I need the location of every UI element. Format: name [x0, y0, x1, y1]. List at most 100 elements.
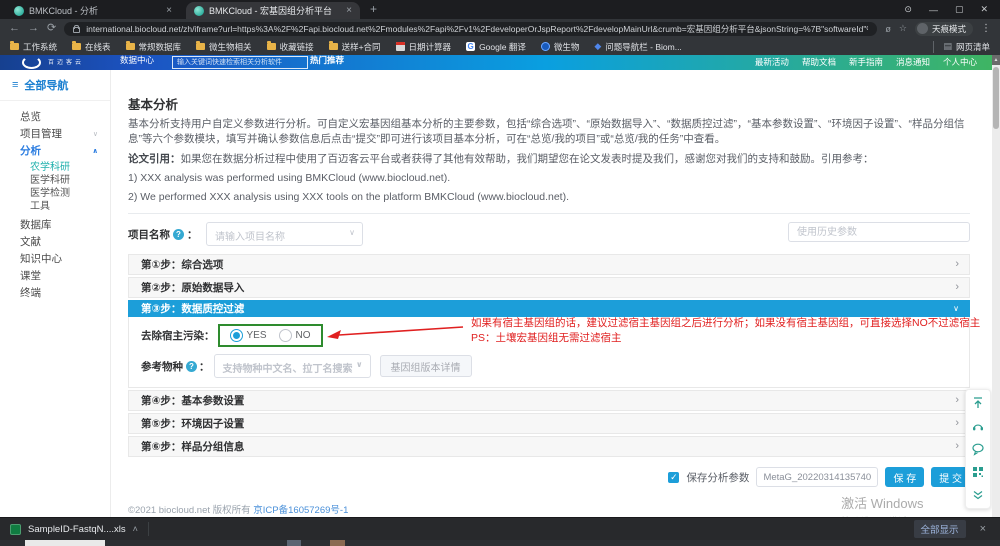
address-bar[interactable]: international.biocloud.net/zh/iframe?url…: [64, 22, 877, 36]
params-name-input[interactable]: [756, 467, 878, 487]
bookmark-folder[interactable]: 常规数据库: [126, 41, 182, 53]
qr-code-icon[interactable]: [971, 465, 985, 479]
species-select[interactable]: 支持物种中文名、拉丁名搜索 ∨: [214, 354, 371, 378]
radio-unselected-icon[interactable]: [279, 329, 292, 342]
screenshot-root: BMKCloud - 分析 × BMKCloud - 宏基因组分析平台 × + …: [0, 0, 1000, 546]
sidebar-item-tools[interactable]: 工具: [0, 198, 110, 211]
browser-update-icon[interactable]: ⊙: [904, 4, 912, 15]
genome-version-button[interactable]: 基因组版本详情: [380, 355, 472, 377]
forward-icon[interactable]: →: [28, 23, 39, 34]
nav-item[interactable]: 个人中心: [943, 56, 977, 68]
back-to-top-icon[interactable]: [971, 396, 985, 410]
nav-item[interactable]: 新手指南: [849, 56, 883, 68]
site-logo-text: 百迈客云: [48, 57, 84, 66]
browser-profile-chip[interactable]: 天痕模式: [915, 22, 973, 36]
scrollbar-up-icon[interactable]: ▲: [992, 55, 1000, 65]
step-6-sample-grouping[interactable]: 第⑥步：样品分组信息›: [128, 436, 970, 457]
site-search-input[interactable]: 输入关键词快速检索相关分析软件: [172, 56, 308, 69]
tab-metagenome-active[interactable]: BMKCloud - 宏基因组分析平台 ×: [186, 2, 360, 19]
project-name-select[interactable]: 请输入项目名称 ∨: [206, 222, 363, 246]
annotation-line-1: 如果有宿主基因组的话，建议过滤宿主基因组之后进行分析；如果没有宿主基因组，可直接…: [471, 316, 980, 331]
radio-selected-icon[interactable]: [230, 329, 243, 342]
nav-item[interactable]: 最新活动: [755, 56, 789, 68]
download-file-name[interactable]: SampleID-FastqN....xls: [28, 524, 126, 535]
bookmark-star-icon[interactable]: ☆: [899, 23, 907, 34]
bookmark-folder[interactable]: 在线表: [72, 41, 111, 53]
radio-yes[interactable]: YES: [230, 329, 267, 342]
save-params-checkbox[interactable]: ✓: [668, 472, 679, 483]
step-5-env-factors[interactable]: 第⑤步：环境因子设置›: [128, 413, 970, 434]
sidebar-item-classroom[interactable]: 课堂: [0, 267, 110, 284]
save-params-label: 保存分析参数: [686, 470, 749, 485]
window-close-button[interactable]: ✕: [980, 4, 988, 15]
window-maximize-button[interactable]: ▢: [955, 4, 964, 15]
chat-bubble-icon[interactable]: [971, 442, 985, 456]
password-eye-icon[interactable]: ø: [885, 24, 891, 34]
sidebar-item-medical-testing[interactable]: 医学检测: [0, 185, 110, 198]
bookmark-microbe[interactable]: 微生物: [541, 41, 580, 53]
folder-icon: [126, 43, 135, 50]
project-name-label: 项目名称 ? ：: [128, 227, 198, 242]
bookmark-folder[interactable]: 工作系统: [10, 41, 57, 53]
bookmark-folder[interactable]: 收藏链接: [267, 41, 314, 53]
help-icon[interactable]: ?: [173, 229, 184, 240]
https-lock-icon: [73, 27, 80, 33]
new-tab-button[interactable]: +: [370, 2, 377, 16]
sidebar-item-project-mgmt[interactable]: 项目管理∨: [0, 125, 110, 142]
sidebar-item-database[interactable]: 数据库: [0, 216, 110, 233]
step-1-general-options[interactable]: 第①步：综合选项›: [128, 254, 970, 275]
customer-service-icon[interactable]: [971, 419, 985, 433]
page-scrollbar[interactable]: ▲: [992, 55, 1000, 518]
site-header-band: 百迈客云 数据中心 输入关键词快速检索相关分析软件 热门推荐 最新活动 帮助文档…: [0, 55, 992, 70]
show-all-downloads-button[interactable]: 全部显示: [914, 520, 966, 538]
browser-menu-icon[interactable]: ⋮: [981, 23, 991, 34]
bookmarks-bar: 工作系统 在线表 常规数据库 微生物相关 收藏链接 送样+合同 日期计算器 GG…: [0, 38, 1000, 56]
save-button[interactable]: 保 存: [885, 467, 924, 487]
bookmark-google-translate[interactable]: GGoogle 翻译: [466, 41, 526, 53]
bookmark-folder[interactable]: 送样+合同: [329, 41, 381, 53]
bookmark-biom-nav[interactable]: ◆问题导航栏 - Biom...: [594, 41, 681, 53]
help-icon[interactable]: ?: [186, 361, 197, 372]
sidebar-item-literature[interactable]: 文献: [0, 233, 110, 250]
bookmark-label: 送样+合同: [342, 41, 381, 53]
sidebar-item-analysis[interactable]: 分析∧: [0, 142, 110, 159]
step-3-qc-filter-active[interactable]: 第③步：数据质控过滤∨: [128, 300, 970, 317]
annotation-highlight-box: YES NO: [218, 324, 323, 347]
refresh-icon[interactable]: ⟳: [47, 23, 56, 34]
tab-close-icon[interactable]: ×: [346, 5, 352, 16]
download-expand-icon[interactable]: ˄: [133, 524, 138, 534]
double-chevron-down-icon[interactable]: [971, 488, 985, 502]
data-center-link[interactable]: 数据中心: [120, 55, 154, 66]
nav-item[interactable]: 消息通知: [896, 56, 930, 68]
sidebar-item-overview[interactable]: 总览: [0, 108, 110, 125]
step-4-basic-params[interactable]: 第④步：基本参数设置›: [128, 390, 970, 411]
citation-paragraph: 论文引用：如果您在数据分析过程中使用了百迈客云平台或者获得了其他有效帮助，我们期…: [128, 153, 970, 166]
folder-icon: [72, 43, 81, 50]
reading-list-button[interactable]: ▤网页清单: [933, 41, 990, 53]
annotation-line-2: PS：土壤宏基因组无需过滤宿主: [471, 331, 980, 346]
floating-toolbar: [965, 389, 991, 509]
icp-link[interactable]: 京ICP备16057269号-1: [253, 505, 348, 516]
scrollbar-thumb[interactable]: [993, 67, 999, 129]
close-download-bar-icon[interactable]: ×: [980, 523, 986, 535]
url-text: international.biocloud.net/zh/iframe?url…: [86, 23, 868, 35]
radio-yes-label: YES: [247, 330, 267, 341]
reference-species-row: 参考物种 ? ： 支持物种中文名、拉丁名搜索 ∨ 基因组版本详情: [141, 354, 472, 378]
site-top-nav: 最新活动 帮助文档 新手指南 消息通知 个人中心: [755, 56, 977, 68]
radio-no[interactable]: NO: [279, 329, 311, 342]
hot-recommend-link[interactable]: 热门推荐: [310, 55, 344, 66]
sidebar-item-knowledge[interactable]: 知识中心: [0, 250, 110, 267]
window-minimize-button[interactable]: —: [929, 5, 938, 15]
back-icon[interactable]: ←: [9, 23, 20, 34]
tab-close-icon[interactable]: ×: [166, 5, 172, 16]
sidebar-item-terminal[interactable]: 终端: [0, 284, 110, 301]
bookmark-date-calculator[interactable]: 日期计算器: [396, 41, 452, 53]
bookmark-label: 日期计算器: [409, 41, 452, 53]
all-nav-toggle[interactable]: ≡ 全部导航: [0, 70, 110, 101]
history-params-input[interactable]: [788, 222, 970, 242]
step-2-raw-data-import[interactable]: 第②步：原始数据导入›: [128, 277, 970, 298]
tab-analysis[interactable]: BMKCloud - 分析 ×: [6, 2, 180, 19]
bookmark-folder[interactable]: 微生物相关: [196, 41, 252, 53]
nav-item[interactable]: 帮助文档: [802, 56, 836, 68]
step-3-panel: 去除宿主污染： YES NO: [128, 317, 970, 388]
